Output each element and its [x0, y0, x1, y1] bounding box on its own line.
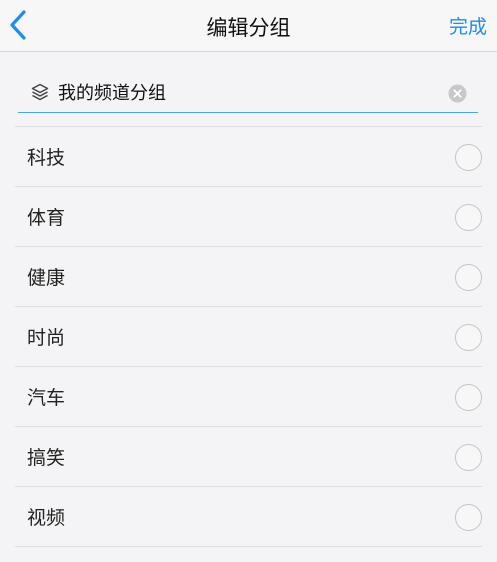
navigation-bar: 编辑分组 完成 [0, 0, 497, 52]
channel-row[interactable]: 健康 [0, 247, 497, 307]
channel-radio[interactable] [455, 144, 482, 171]
channel-label: 汽车 [27, 387, 66, 409]
channel-radio[interactable] [455, 204, 482, 231]
clear-icon[interactable] [448, 84, 467, 103]
channel-row[interactable]: 时尚 [0, 307, 497, 367]
edit-group-content: 财经 科技 体育 健康 时尚 汽车 搞笑 [0, 53, 497, 562]
page-title: 编辑分组 [206, 16, 291, 40]
channel-label: 健康 [27, 267, 66, 289]
layers-icon [31, 83, 49, 101]
channel-row[interactable]: 视频 [0, 487, 497, 547]
channel-radio[interactable] [455, 384, 482, 411]
channel-row[interactable]: 科技 [0, 127, 497, 187]
channel-label: 视频 [27, 507, 66, 529]
row-divider [15, 546, 482, 547]
channel-label: 科技 [27, 147, 66, 169]
channel-radio[interactable] [455, 264, 482, 291]
group-name-field[interactable] [18, 75, 478, 113]
channel-row[interactable]: 汽车 [0, 367, 497, 427]
channel-radio[interactable] [455, 504, 482, 531]
channel-label: 搞笑 [27, 447, 66, 469]
channel-label: 体育 [27, 207, 66, 229]
channel-row[interactable]: 体育 [0, 187, 497, 247]
channel-label: 时尚 [27, 327, 66, 349]
channel-radio[interactable] [455, 444, 482, 471]
done-button[interactable]: 完成 [449, 12, 487, 39]
group-name-input[interactable] [58, 78, 438, 106]
channel-list: 财经 科技 体育 健康 时尚 汽车 搞笑 [0, 67, 497, 547]
group-name-row [0, 53, 497, 115]
channel-radio[interactable] [455, 324, 482, 351]
channel-row[interactable]: 搞笑 [0, 427, 497, 487]
